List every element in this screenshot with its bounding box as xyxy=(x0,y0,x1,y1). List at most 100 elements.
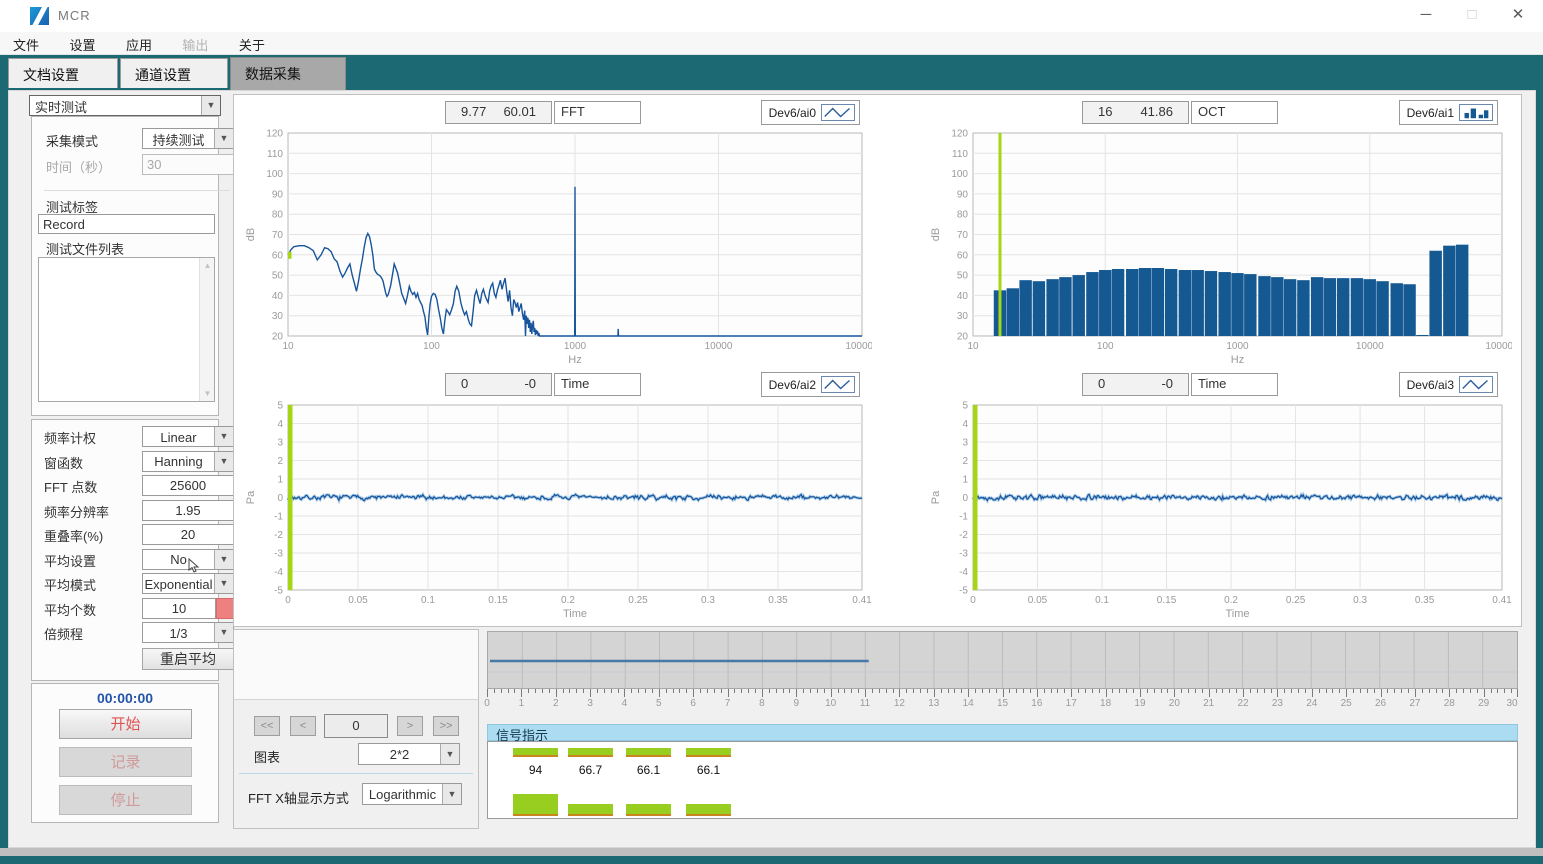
ruler-minor-tick xyxy=(734,689,735,693)
ruler-minor-tick xyxy=(604,689,605,693)
ruler-minor-tick xyxy=(927,689,928,693)
param-input-3[interactable]: 1.95 xyxy=(142,500,234,521)
page-number-box[interactable]: 0 xyxy=(324,714,388,738)
ruler-tick xyxy=(796,689,797,697)
chart-layout-label: 图表 xyxy=(254,747,280,766)
ruler-minor-tick xyxy=(1126,689,1127,693)
ruler-minor-tick xyxy=(583,689,584,693)
ruler-minor-tick xyxy=(906,689,907,693)
svg-text:0.41: 0.41 xyxy=(1492,595,1512,606)
page-next-button[interactable]: > xyxy=(397,716,423,736)
tab-data-acquisition[interactable]: 数据采集 xyxy=(230,57,346,90)
chart-type-box[interactable]: Time xyxy=(554,373,641,396)
signal-level-value: 66.1 xyxy=(626,763,671,777)
minimize-button[interactable]: ─ xyxy=(1403,0,1449,32)
ruler-minor-tick xyxy=(913,689,914,693)
chevron-down-icon: ▼ xyxy=(440,744,459,764)
tab-document-settings[interactable]: 文档设置 xyxy=(8,58,118,88)
ruler-minor-tick xyxy=(1229,689,1230,693)
ruler-minor-tick xyxy=(851,689,852,693)
ruler-number: 10 xyxy=(825,698,836,709)
chart-type-box[interactable]: FFT xyxy=(554,101,641,124)
param-input-4[interactable]: 20 xyxy=(142,524,234,545)
maximize-button[interactable]: □ xyxy=(1449,0,1495,32)
svg-text:80: 80 xyxy=(272,210,284,221)
channel-selector[interactable]: Dev6/ai3 xyxy=(1399,372,1498,397)
param-select-1[interactable]: Hanning▼ xyxy=(142,451,234,472)
ruler-minor-tick xyxy=(1339,689,1340,693)
svg-text:dB: dB xyxy=(245,228,257,241)
svg-text:50: 50 xyxy=(272,271,284,282)
chevron-down-icon: ▼ xyxy=(442,784,461,804)
channel-selector[interactable]: Dev6/ai2 xyxy=(761,372,860,397)
file-list-scrollbar[interactable]: ▲ ▼ xyxy=(199,258,214,401)
menu-apply[interactable]: 应用 xyxy=(113,32,165,55)
param-select-6[interactable]: Exponential▼ xyxy=(142,573,234,594)
ruler-minor-tick xyxy=(1497,689,1498,693)
tab-channel-settings[interactable]: 通道设置 xyxy=(120,58,228,88)
fft-plot[interactable]: 2030405060708090100110120101001000100001… xyxy=(242,127,872,370)
menu-file[interactable]: 文件 xyxy=(0,32,52,55)
svg-text:1000: 1000 xyxy=(1226,341,1249,352)
scroll-down-icon[interactable]: ▼ xyxy=(200,386,215,401)
svg-text:5: 5 xyxy=(962,401,968,412)
svg-text:-4: -4 xyxy=(274,567,283,578)
acq-mode-label: 采集模式 xyxy=(46,131,98,150)
signal-meter-level xyxy=(686,804,731,816)
ruler-minor-tick xyxy=(1408,689,1409,693)
oct-plot[interactable]: 2030405060708090100110120101001000100001… xyxy=(927,127,1512,370)
test-mode-select[interactable]: 实时测试 ▼ xyxy=(29,95,221,116)
svg-text:2: 2 xyxy=(962,456,968,467)
param-select-0[interactable]: Linear▼ xyxy=(142,426,234,447)
page-prev-button[interactable]: < xyxy=(290,716,316,736)
empty-preview-box xyxy=(234,630,478,700)
chart-type-box[interactable]: Time xyxy=(1191,373,1278,396)
channel-selector[interactable]: Dev6/ai1 xyxy=(1399,100,1498,125)
param-select-8[interactable]: 1/3▼ xyxy=(142,622,234,643)
chevron-down-icon: ▼ xyxy=(214,574,233,593)
svg-text:110: 110 xyxy=(952,149,968,160)
chevron-down-icon: ▼ xyxy=(214,550,233,569)
test-mode-value: 实时测试 xyxy=(30,96,201,116)
menu-about[interactable]: 关于 xyxy=(226,32,278,55)
svg-text:60: 60 xyxy=(957,250,969,261)
acq-mode-select[interactable]: 持续测试 ▼ xyxy=(142,128,234,149)
ruler-minor-tick xyxy=(886,689,887,693)
scroll-up-icon[interactable]: ▲ xyxy=(200,258,215,273)
time-plot-ai2[interactable]: -5-4-3-2-101234500.050.10.150.20.250.30.… xyxy=(242,399,872,624)
svg-text:100: 100 xyxy=(951,169,968,180)
signal-level-value: 66.7 xyxy=(568,763,613,777)
chart-layout-select[interactable]: 2*2 ▼ xyxy=(358,743,460,765)
ruler-number: 8 xyxy=(759,698,765,709)
menu-settings[interactable]: 设置 xyxy=(56,32,108,55)
page-first-button[interactable]: << xyxy=(254,716,280,736)
channel-selector[interactable]: Dev6/ai0 xyxy=(761,100,860,125)
ruler-minor-tick xyxy=(1085,689,1086,693)
ruler-number: 3 xyxy=(587,698,593,709)
test-tag-input[interactable]: Record xyxy=(38,214,215,234)
param-label: 平均模式 xyxy=(44,575,96,594)
svg-text:100000: 100000 xyxy=(845,341,872,352)
ruler-minor-tick xyxy=(1470,689,1471,693)
ruler-minor-tick xyxy=(1222,689,1223,693)
ruler-number: 23 xyxy=(1272,698,1283,709)
record-timeline[interactable] xyxy=(487,631,1518,689)
test-file-list[interactable]: ▲ ▼ xyxy=(38,257,215,402)
close-button[interactable]: ✕ xyxy=(1495,0,1541,32)
start-button[interactable]: 开始 xyxy=(59,709,192,739)
time-plot-ai3[interactable]: -5-4-3-2-101234500.050.10.150.20.250.30.… xyxy=(927,399,1512,624)
chart-type-box[interactable]: OCT xyxy=(1191,101,1278,124)
svg-text:50: 50 xyxy=(957,271,969,282)
file-list-label: 测试文件列表 xyxy=(46,239,124,258)
param-input-2[interactable]: 25600 xyxy=(142,475,234,496)
ruler-minor-tick xyxy=(542,689,543,693)
signal-meter-level xyxy=(568,804,613,816)
ruler-tick xyxy=(693,689,694,697)
acquisition-groupbox: 采集模式 持续测试 ▼ 时间（秒） 30 测试标签 Record 测试文件列表 … xyxy=(31,116,219,416)
svg-text:2: 2 xyxy=(277,456,283,467)
ruler-minor-tick xyxy=(1463,689,1464,693)
fft-xaxis-mode-select[interactable]: Logarithmic ▼ xyxy=(362,783,462,805)
param-input-7[interactable]: 10 xyxy=(142,598,216,619)
restart-average-button[interactable]: 重启平均 xyxy=(142,648,234,670)
page-last-button[interactable]: >> xyxy=(433,716,459,736)
